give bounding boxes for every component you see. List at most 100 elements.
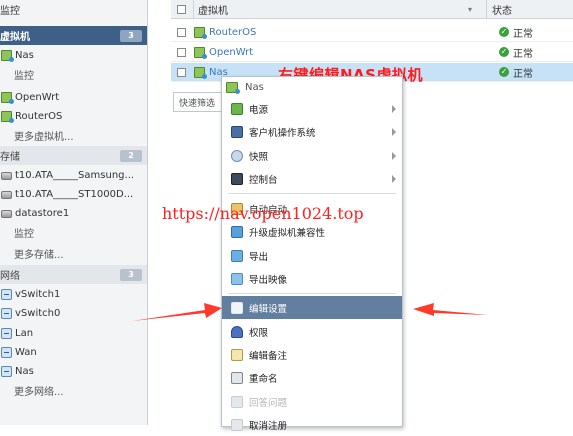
nav-item-disk2[interactable]: t10.ATA_____ST1000D...	[0, 185, 147, 204]
nav-section-storage-label: 存储	[0, 152, 20, 163]
nav-item-lan[interactable]: Lan	[0, 324, 147, 343]
menu-item-label: 重命名	[249, 373, 278, 385]
rename-icon	[231, 371, 243, 384]
nav-more-networks-label: 更多网络...	[14, 387, 64, 398]
nav-item-openwrt[interactable]: OpenWrt	[0, 88, 147, 107]
menu-item-snapshot[interactable]: 快照	[222, 144, 402, 167]
network-count-badge: 3	[120, 268, 142, 281]
nav-item-vswitch0-label: vSwitch0	[15, 308, 61, 319]
nav-item-nas[interactable]: Nas	[0, 46, 147, 65]
nav-more-storage[interactable]: 更多存储...	[0, 244, 147, 263]
nav-item-wan[interactable]: Wan	[0, 343, 147, 362]
menu-item-answer-question: 回答问题	[222, 390, 402, 413]
nav-item-nas-monitor[interactable]: 监控	[0, 65, 147, 84]
nav-item-wan-label: Wan	[15, 347, 37, 358]
nav-item-disk1[interactable]: t10.ATA_____Samsung...	[0, 166, 147, 185]
vm-icon	[1, 111, 14, 123]
nav-item-lan-label: Lan	[15, 328, 34, 339]
nav-item-datastore1[interactable]: datastore1	[0, 204, 147, 223]
notes-icon	[231, 348, 243, 361]
network-icon	[1, 366, 12, 377]
nav-item-nas-label: Nas	[15, 50, 34, 61]
export-icon	[231, 249, 243, 262]
row-checkbox[interactable]	[177, 67, 186, 77]
export-image-icon	[231, 272, 243, 285]
submenu-arrow-icon	[392, 174, 396, 183]
snapshot-icon	[231, 149, 243, 162]
submenu-arrow-icon	[392, 151, 396, 160]
disk-icon	[1, 190, 12, 199]
menu-item-edit-settings[interactable]: 编辑设置	[222, 296, 402, 319]
vm-count-badge: 3	[120, 29, 142, 42]
status-ok-icon: ✓	[499, 67, 509, 77]
user-icon	[231, 325, 243, 338]
nav-item-nas-network[interactable]: Nas	[0, 362, 147, 381]
row-checkbox[interactable]	[177, 27, 186, 37]
vm-row-openwrt[interactable]: OpenWrt ✓ 正常	[171, 43, 573, 62]
nav-section-vms[interactable]: 虚拟机 3	[0, 26, 147, 45]
status-ok-icon: ✓	[499, 27, 509, 37]
vm-icon	[1, 92, 14, 104]
nav-section-network[interactable]: 网络 3	[0, 265, 147, 284]
menu-item-permissions[interactable]: 权限	[222, 320, 402, 343]
menu-item-export[interactable]: 导出	[222, 244, 402, 267]
switch-icon	[1, 289, 12, 300]
vm-icon	[226, 81, 240, 94]
nav-item-vswitch1[interactable]: vSwitch1	[0, 285, 147, 304]
col-header-vm[interactable]: 虚拟机	[198, 2, 468, 17]
menu-item-power[interactable]: 电源	[222, 97, 402, 120]
status-ok-icon: ✓	[499, 47, 509, 57]
menu-item-upgrade-compat[interactable]: 升级虚拟机兼容性	[222, 220, 402, 243]
menu-item-label: 控制台	[249, 174, 278, 186]
menu-item-console[interactable]: 控制台	[222, 167, 402, 190]
nav-monitor-top-label: 监控	[0, 6, 20, 17]
nav-section-storage[interactable]: 存储 2	[0, 146, 147, 165]
nav-section-network-label: 网络	[0, 271, 20, 282]
menu-item-label: 导出映像	[249, 274, 288, 286]
select-all-checkbox[interactable]	[177, 4, 186, 14]
watermark-url: https://nav.open1024.top	[162, 204, 364, 223]
submenu-arrow-icon	[392, 104, 396, 113]
menu-item-export-image[interactable]: 导出映像	[222, 267, 402, 290]
vm-row-name[interactable]: RouterOS	[209, 27, 499, 38]
vm-grid-header: 虚拟机 ▾ 状态	[171, 0, 573, 19]
menu-item-label: 编辑设置	[249, 303, 288, 315]
vm-row-status: 正常	[513, 28, 533, 40]
nav-item-disk1-label: t10.ATA_____Samsung...	[15, 170, 135, 181]
nav-more-vms[interactable]: 更多虚拟机...	[0, 126, 147, 145]
menu-item-label: 导出	[249, 251, 269, 263]
nav-item-datastore1-label: datastore1	[15, 208, 70, 219]
menu-item-edit-notes[interactable]: 编辑备注	[222, 343, 402, 366]
nav-more-networks[interactable]: 更多网络...	[0, 381, 147, 400]
nav-item-routeros[interactable]: RouterOS	[0, 107, 147, 126]
nav-item-nas-monitor-label: 监控	[14, 71, 34, 82]
console-icon	[231, 172, 243, 185]
nav-item-openwrt-label: OpenWrt	[15, 92, 60, 103]
nav-item-vswitch0[interactable]: vSwitch0	[0, 304, 147, 323]
nav-monitor-top[interactable]: 监控	[0, 0, 147, 19]
menu-item-rename[interactable]: 重命名	[222, 366, 402, 389]
column-divider	[486, 0, 487, 18]
datastore-icon	[1, 209, 12, 218]
edit-settings-icon	[231, 301, 243, 314]
menu-separator	[228, 293, 396, 294]
nav-item-vswitch1-label: vSwitch1	[15, 289, 61, 300]
nav-more-vms-label: 更多虚拟机...	[14, 132, 74, 143]
nav-item-routeros-label: RouterOS	[15, 111, 63, 122]
sort-arrow-icon[interactable]: ▾	[468, 5, 480, 14]
nav-item-disk2-label: t10.ATA_____ST1000D...	[15, 189, 134, 200]
col-header-status[interactable]: 状态	[492, 2, 512, 17]
storage-count-badge: 2	[120, 149, 142, 162]
vm-row-status: 正常	[513, 68, 533, 80]
vm-icon	[194, 66, 207, 79]
nav-item-datastore-monitor[interactable]: 监控	[0, 223, 147, 242]
submenu-arrow-icon	[392, 127, 396, 136]
nav-section-vms-label: 虚拟机	[0, 32, 30, 43]
switch-icon	[1, 308, 12, 319]
menu-item-guest-os[interactable]: 客户机操作系统	[222, 120, 402, 143]
vm-row-routeros[interactable]: RouterOS ✓ 正常	[171, 23, 573, 42]
context-menu-title: Nas	[222, 77, 402, 97]
vm-icon	[1, 50, 14, 62]
vm-row-name[interactable]: OpenWrt	[209, 47, 499, 58]
row-checkbox[interactable]	[177, 47, 186, 57]
